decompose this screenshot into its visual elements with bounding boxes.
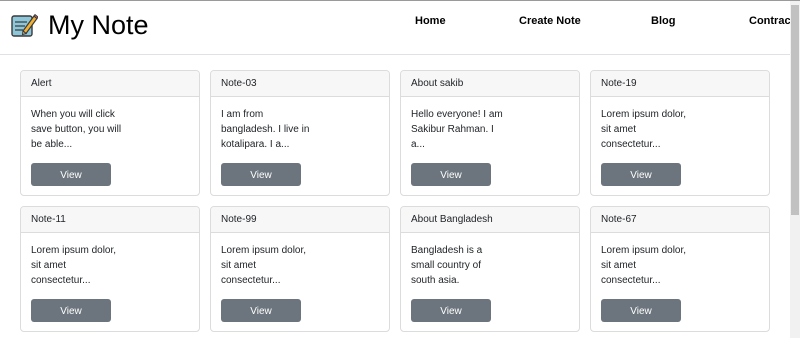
note-card-title: Note-03: [211, 71, 389, 97]
note-card: Note-19 Lorem ipsum dolor, sit amet cons…: [590, 70, 770, 196]
view-button[interactable]: View: [31, 163, 111, 186]
view-button[interactable]: View: [411, 163, 491, 186]
nav-contract[interactable]: Contract: [749, 15, 794, 27]
note-card-title: Note-11: [21, 207, 199, 233]
nav-blog[interactable]: Blog: [651, 15, 675, 27]
note-card-text: Lorem ipsum dolor, sit amet consectetur.…: [221, 245, 307, 286]
view-button[interactable]: View: [601, 299, 681, 322]
view-button[interactable]: View: [221, 299, 301, 322]
note-card-text: I am from bangladesh. I live in kotalipa…: [221, 109, 310, 150]
nav-home[interactable]: Home: [415, 15, 446, 27]
note-card-title: About Bangladesh: [401, 207, 579, 233]
note-card-title: Note-67: [591, 207, 769, 233]
note-card-text: Lorem ipsum dolor, sit amet consectetur.…: [601, 109, 687, 150]
note-card: Note-03 I am from bangladesh. I live in …: [210, 70, 390, 196]
note-card-text: Bangladesh is a small country of south a…: [411, 245, 483, 286]
scrollbar-thumb[interactable]: [791, 5, 799, 215]
view-button[interactable]: View: [221, 163, 301, 186]
note-card-text: When you will click save button, you wil…: [31, 109, 122, 150]
navbar: My Note Home Create Note Blog Contract: [0, 1, 794, 55]
notepad-pencil-icon: [11, 13, 38, 37]
scrollbar[interactable]: [790, 1, 800, 338]
note-card: Alert When you will click save button, y…: [20, 70, 200, 196]
note-card: Note-99 Lorem ipsum dolor, sit amet cons…: [210, 206, 390, 332]
brand-title: My Note: [48, 10, 149, 40]
note-card: Note-67 Lorem ipsum dolor, sit amet cons…: [590, 206, 770, 332]
note-card-text: Lorem ipsum dolor, sit amet consectetur.…: [31, 245, 117, 286]
view-button[interactable]: View: [601, 163, 681, 186]
note-card-title: Alert: [21, 71, 199, 97]
note-card-title: Note-19: [591, 71, 769, 97]
view-button[interactable]: View: [411, 299, 491, 322]
note-card: Note-11 Lorem ipsum dolor, sit amet cons…: [20, 206, 200, 332]
view-button[interactable]: View: [31, 299, 111, 322]
note-card-title: Note-99: [211, 207, 389, 233]
nav-create-note[interactable]: Create Note: [519, 15, 581, 27]
brand[interactable]: My Note: [10, 7, 149, 43]
note-card: About sakib Hello everyone! I am Sakibur…: [400, 70, 580, 196]
note-card-text: Lorem ipsum dolor, sit amet consectetur.…: [601, 245, 687, 286]
note-card-title: About sakib: [401, 71, 579, 97]
note-card-text: Hello everyone! I am Sakibur Rahman. I a…: [411, 109, 503, 150]
note-card: About Bangladesh Bangladesh is a small c…: [400, 206, 580, 332]
